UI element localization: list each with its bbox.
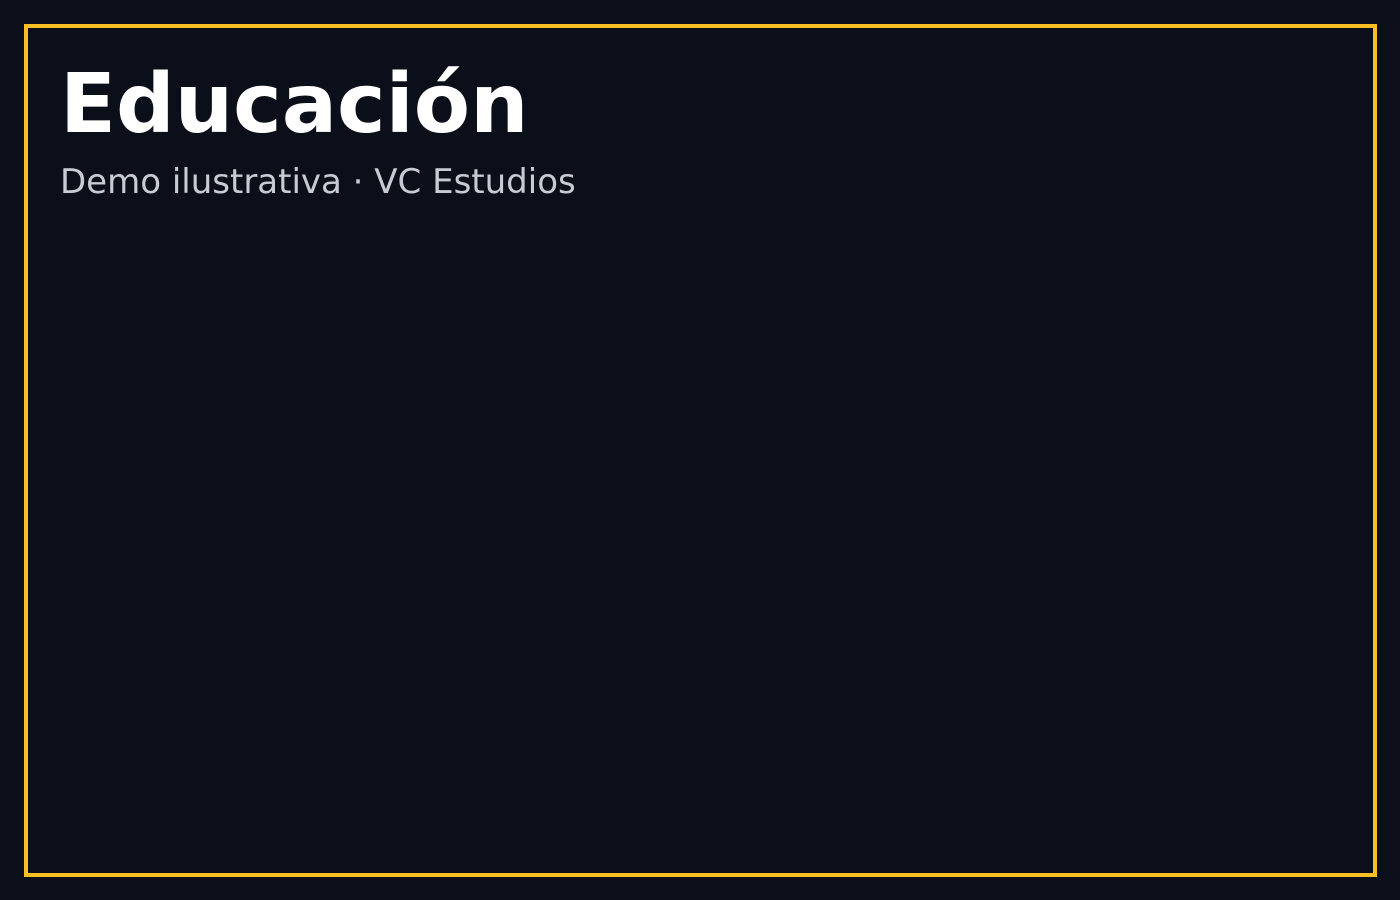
page-frame: Educación Demo ilustrativa · VC Estudios [24, 24, 1377, 877]
page-subtitle: Demo ilustrativa · VC Estudios [60, 162, 576, 202]
page-title: Educación [60, 57, 529, 152]
